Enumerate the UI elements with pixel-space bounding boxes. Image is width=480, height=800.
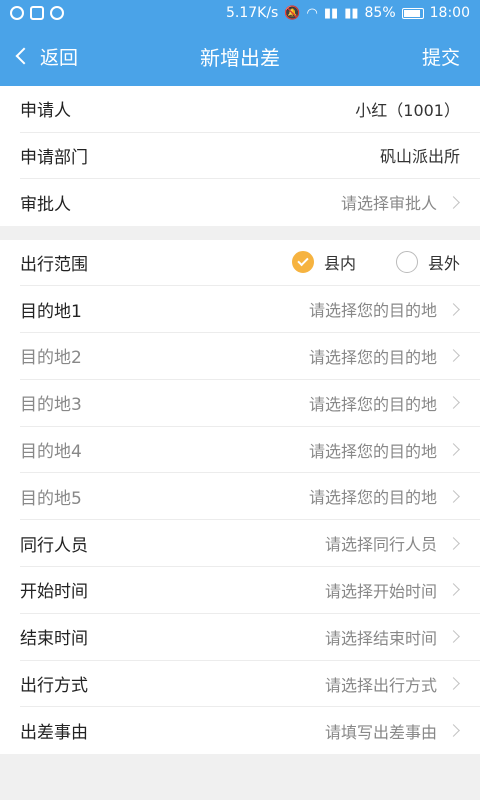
chevron-right-icon bbox=[447, 536, 460, 550]
transport-label: 出行方式 bbox=[20, 676, 88, 697]
companions-row[interactable]: 同行人员 请选择同行人员 bbox=[20, 520, 480, 568]
chevron-right-icon bbox=[447, 583, 460, 597]
destination-placeholder: 请选择您的目的地 bbox=[308, 301, 437, 321]
transport-placeholder: 请选择出行方式 bbox=[324, 675, 437, 695]
destination-selector[interactable]: 请选择您的目的地 bbox=[309, 391, 460, 415]
radio-unchecked-icon[interactable] bbox=[395, 251, 418, 274]
destination-selector[interactable]: 请选择您的目的地 bbox=[309, 297, 460, 321]
destination-selector[interactable]: 请选择您的目的地 bbox=[309, 344, 460, 368]
chevron-right-icon bbox=[447, 302, 460, 316]
mute-icon: 🔕 bbox=[284, 5, 301, 21]
nav-bar: 返回 新增出差 提交 bbox=[0, 26, 480, 86]
scope-row: 出行范围 县内 县外 bbox=[20, 240, 480, 287]
destination-selector[interactable]: 请选择您的目的地 bbox=[309, 484, 460, 508]
approver-label: 审批人 bbox=[20, 194, 71, 215]
clock: 18:00 bbox=[429, 5, 470, 21]
start-time-row[interactable]: 开始时间 请选择开始时间 bbox=[20, 567, 480, 614]
start-time-label: 开始时间 bbox=[20, 582, 88, 603]
network-speed: 5.17K/s bbox=[225, 5, 279, 21]
battery-icon bbox=[401, 7, 424, 19]
destination-selector[interactable]: 请选择您的目的地 bbox=[309, 438, 460, 462]
department-value: 矾山派出所 bbox=[379, 147, 460, 167]
chevron-right-icon bbox=[447, 677, 460, 690]
companions-selector[interactable]: 请选择同行人员 bbox=[325, 531, 460, 555]
trip-form-group: 出行范围 县内 县外 目的地1 请选择您的目的地 目的地2 请选择您的目的地 目… bbox=[0, 239, 480, 755]
chevron-right-icon bbox=[447, 724, 460, 738]
transport-row[interactable]: 出行方式 请选择出行方式 bbox=[20, 661, 480, 708]
scope-option-in-county[interactable]: 县内 bbox=[291, 250, 356, 274]
end-time-label: 结束时间 bbox=[20, 629, 88, 650]
cloud-icon bbox=[50, 6, 64, 20]
applicant-info-group: 申请人 小红（1001） 申请部门 矾山派出所 审批人 请选择审批人 bbox=[0, 86, 480, 226]
end-time-row[interactable]: 结束时间 请选择结束时间 bbox=[20, 614, 480, 661]
end-time-placeholder: 请选择结束时间 bbox=[324, 628, 437, 648]
approver-row[interactable]: 审批人 请选择审批人 bbox=[20, 179, 480, 226]
reason-label: 出差事由 bbox=[20, 723, 88, 744]
chevron-right-icon bbox=[447, 349, 460, 363]
status-right: 5.17K/s 🔕 ◠ ▮▮ ▮▮ 85% 18:00 bbox=[226, 0, 470, 26]
chevron-right-icon bbox=[447, 195, 460, 209]
department-row: 申请部门 矾山派出所 bbox=[20, 133, 480, 179]
scope-option-label: 县外 bbox=[427, 254, 460, 274]
applicant-label: 申请人 bbox=[20, 101, 71, 122]
chevron-right-icon bbox=[447, 396, 460, 410]
destination-placeholder: 请选择您的目的地 bbox=[308, 441, 437, 461]
transport-selector[interactable]: 请选择出行方式 bbox=[325, 672, 460, 696]
chevron-left-icon bbox=[15, 47, 33, 65]
reason-placeholder: 请填写出差事由 bbox=[324, 722, 437, 742]
applicant-value: 小红（1001） bbox=[355, 100, 460, 120]
destination-label: 目的地2 bbox=[20, 348, 82, 369]
approver-selector[interactable]: 请选择审批人 bbox=[341, 190, 460, 214]
department-label: 申请部门 bbox=[20, 147, 88, 168]
page-title: 新增出差 bbox=[200, 45, 280, 70]
companions-placeholder: 请选择同行人员 bbox=[324, 535, 437, 555]
reason-input[interactable]: 请填写出差事由 bbox=[325, 719, 460, 743]
chevron-right-icon bbox=[447, 630, 460, 644]
destination-placeholder: 请选择您的目的地 bbox=[308, 394, 437, 414]
chevron-right-icon bbox=[447, 490, 460, 503]
radio-checked-icon[interactable] bbox=[291, 251, 314, 274]
approver-placeholder: 请选择审批人 bbox=[340, 194, 437, 214]
destination-row-4[interactable]: 目的地4 请选择您的目的地 bbox=[20, 427, 480, 474]
sync-icon bbox=[10, 6, 24, 20]
chevron-right-icon bbox=[447, 443, 460, 456]
applicant-row: 申请人 小红（1001） bbox=[20, 86, 480, 133]
end-time-selector[interactable]: 请选择结束时间 bbox=[325, 625, 460, 649]
destination-placeholder: 请选择您的目的地 bbox=[308, 347, 437, 367]
scope-radio-group: 县内 县外 bbox=[291, 250, 460, 274]
destination-placeholder: 请选择您的目的地 bbox=[308, 488, 437, 508]
signal-icon: ▮▮ bbox=[323, 5, 339, 21]
destination-row-3[interactable]: 目的地3 请选择您的目的地 bbox=[20, 380, 480, 427]
destination-label: 目的地5 bbox=[20, 488, 82, 509]
wifi-icon: ◠ bbox=[306, 5, 318, 21]
start-time-placeholder: 请选择开始时间 bbox=[324, 581, 437, 601]
image-icon bbox=[30, 6, 44, 20]
submit-button[interactable]: 提交 bbox=[422, 26, 460, 86]
start-time-selector[interactable]: 请选择开始时间 bbox=[325, 578, 460, 602]
destination-row-2[interactable]: 目的地2 请选择您的目的地 bbox=[20, 333, 480, 380]
destination-label: 目的地1 bbox=[20, 301, 82, 322]
destination-label: 目的地3 bbox=[20, 395, 82, 416]
back-label: 返回 bbox=[40, 46, 79, 69]
reason-row[interactable]: 出差事由 请填写出差事由 bbox=[20, 707, 480, 754]
companions-label: 同行人员 bbox=[20, 535, 88, 556]
signal-2-icon: ▮▮ bbox=[344, 5, 359, 21]
destination-row-1[interactable]: 目的地1 请选择您的目的地 bbox=[20, 286, 480, 334]
destination-label: 目的地4 bbox=[20, 442, 82, 463]
battery-percent: 85% bbox=[364, 5, 396, 21]
scope-option-out-county[interactable]: 县外 bbox=[395, 250, 460, 274]
destination-row-5[interactable]: 目的地5 请选择您的目的地 bbox=[20, 473, 480, 521]
scope-option-label: 县内 bbox=[323, 254, 356, 274]
scope-label: 出行范围 bbox=[20, 254, 88, 275]
back-button[interactable]: 返回 bbox=[14, 26, 78, 86]
status-notification-icons bbox=[10, 6, 64, 20]
status-bar: 5.17K/s 🔕 ◠ ▮▮ ▮▮ 85% 18:00 bbox=[0, 0, 480, 26]
